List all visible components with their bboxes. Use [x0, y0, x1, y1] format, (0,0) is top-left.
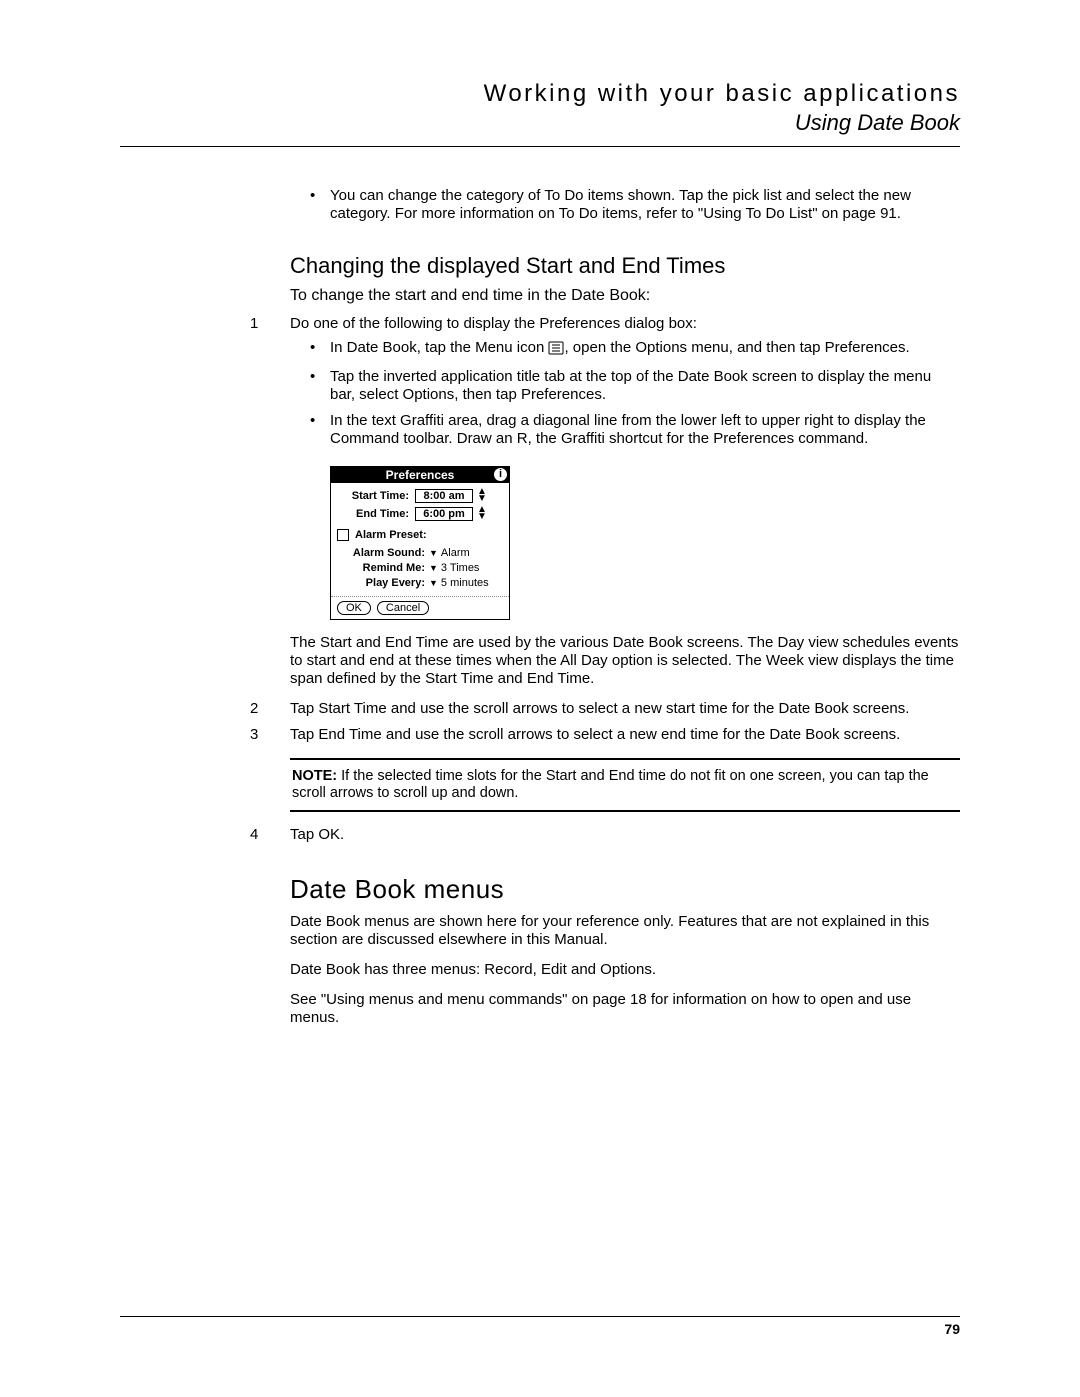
dropdown-arrow-icon[interactable]: ▼: [429, 578, 438, 588]
bullet-text: You can change the category of To Do ite…: [330, 187, 960, 223]
step-3: 3 Tap End Time and use the scroll arrows…: [250, 726, 960, 744]
step-number: 4: [250, 826, 290, 844]
manual-page: Working with your basic applications Usi…: [0, 0, 1080, 1397]
ok-button[interactable]: OK: [337, 601, 371, 615]
running-header: Working with your basic applications Usi…: [120, 80, 960, 136]
end-time-spinner[interactable]: ▲ ▼: [477, 507, 491, 521]
menus-paragraph-3: See "Using menus and menu commands" on p…: [290, 991, 960, 1027]
alarm-preset-label: Alarm Preset:: [355, 529, 427, 541]
step-text: Tap End Time and use the scroll arrows t…: [290, 726, 960, 744]
start-time-spinner[interactable]: ▲ ▼: [477, 489, 491, 503]
palm-dialog-title: Preferences: [386, 468, 455, 482]
bullet-text: In Date Book, tap the Menu icon , open t…: [330, 339, 960, 360]
heading-changing-times: Changing the displayed Start and End Tim…: [290, 253, 960, 279]
step-number: 1: [250, 315, 290, 456]
step-2: 2 Tap Start Time and use the scroll arro…: [250, 700, 960, 718]
bullet-item: • In Date Book, tap the Menu icon: [290, 339, 960, 360]
alarm-preset-row: Alarm Preset:: [337, 529, 503, 541]
step-1: 1 Do one of the following to display the…: [250, 315, 960, 456]
bullet-item: • In the text Graffiti area, drag a diag…: [290, 412, 960, 448]
remind-me-value[interactable]: 3 Times: [441, 562, 480, 574]
palm-dialog-titlebar: Preferences i: [331, 467, 509, 483]
remind-me-row: Remind Me: ▼ 3 Times: [337, 562, 503, 574]
end-time-row: End Time: 6:00 pm ▲ ▼: [337, 507, 503, 521]
bullet-dot-icon: •: [310, 368, 330, 404]
alarm-sound-label: Alarm Sound:: [337, 547, 429, 559]
step-number: 3: [250, 726, 290, 744]
chapter-title: Working with your basic applications: [120, 80, 960, 108]
page-footer: 79: [120, 1316, 960, 1337]
after-image-paragraph: The Start and End Time are used by the v…: [290, 634, 960, 688]
start-time-row: Start Time: 8:00 am ▲ ▼: [337, 489, 503, 503]
bullet-dot-icon: •: [310, 412, 330, 448]
step-text: Do one of the following to display the P…: [290, 315, 960, 456]
menus-paragraph-1: Date Book menus are shown here for your …: [290, 913, 960, 949]
header-rule: [120, 146, 960, 147]
bullet-dot-icon: •: [310, 339, 330, 360]
remind-me-label: Remind Me:: [337, 562, 429, 574]
bullet-text: In the text Graffiti area, drag a diagon…: [330, 412, 960, 448]
start-time-value[interactable]: 8:00 am: [415, 489, 473, 503]
dropdown-arrow-icon[interactable]: ▼: [429, 548, 438, 558]
bullet-item: • You can change the category of To Do i…: [290, 187, 960, 223]
end-time-label: End Time:: [337, 508, 415, 520]
heading-date-book-menus: Date Book menus: [290, 874, 960, 905]
page-number: 79: [944, 1321, 960, 1337]
end-time-value[interactable]: 6:00 pm: [415, 507, 473, 521]
info-icon[interactable]: i: [494, 468, 507, 481]
play-every-value[interactable]: 5 minutes: [441, 577, 489, 589]
step-text: Tap Start Time and use the scroll arrows…: [290, 700, 960, 718]
palm-dialog-body: Start Time: 8:00 am ▲ ▼ End Time: 6:00 p…: [331, 483, 509, 596]
cancel-button[interactable]: Cancel: [377, 601, 429, 615]
section-title: Using Date Book: [120, 110, 960, 136]
bullet-dot-icon: •: [310, 187, 330, 223]
alarm-sound-row: Alarm Sound: ▼ Alarm: [337, 547, 503, 559]
note-box: NOTE: If the selected time slots for the…: [290, 758, 960, 812]
bullet-text: Tap the inverted application title tab a…: [330, 368, 960, 404]
play-every-row: Play Every: ▼ 5 minutes: [337, 577, 503, 589]
alarm-sound-value[interactable]: Alarm: [441, 547, 470, 559]
step-number: 2: [250, 700, 290, 718]
note-label: NOTE:: [292, 768, 337, 784]
dropdown-arrow-icon[interactable]: ▼: [429, 563, 438, 573]
start-time-label: Start Time:: [337, 490, 415, 502]
chevron-down-icon[interactable]: ▼: [477, 514, 491, 521]
page-content: • You can change the category of To Do i…: [290, 187, 960, 1027]
menu-icon: [548, 341, 564, 360]
preferences-screenshot: Preferences i Start Time: 8:00 am ▲ ▼ En…: [330, 466, 960, 620]
play-every-label: Play Every:: [337, 577, 429, 589]
step-4: 4 Tap OK.: [250, 826, 960, 844]
chevron-down-icon[interactable]: ▼: [477, 496, 491, 503]
menus-paragraph-2: Date Book has three menus: Record, Edit …: [290, 961, 960, 979]
intro-text: To change the start and end time in the …: [290, 287, 960, 305]
bullet-text-after: , open the Options menu, and then tap Pr…: [564, 339, 909, 356]
step-text: Tap OK.: [290, 826, 960, 844]
bullet-text-before: In Date Book, tap the Menu icon: [330, 339, 548, 356]
step1-lead: Do one of the following to display the P…: [290, 315, 697, 332]
alarm-preset-checkbox[interactable]: [337, 529, 349, 541]
bullet-item: • Tap the inverted application title tab…: [290, 368, 960, 404]
note-text: If the selected time slots for the Start…: [292, 768, 929, 801]
palm-preferences-dialog: Preferences i Start Time: 8:00 am ▲ ▼ En…: [330, 466, 510, 620]
palm-button-row: OK Cancel: [331, 596, 509, 619]
